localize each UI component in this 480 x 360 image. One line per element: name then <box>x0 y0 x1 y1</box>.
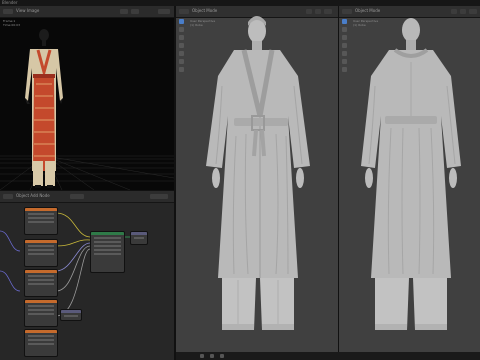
front-clay-model <box>206 16 310 330</box>
status-bar <box>176 352 480 360</box>
viewport-back[interactable]: Object Mode User Perspective (1) Robe <box>339 6 480 360</box>
mouse-middle-icon <box>210 354 214 358</box>
shader-node-editor[interactable]: Object Add Node <box>0 191 174 360</box>
node-image-texture[interactable] <box>24 239 58 267</box>
mouse-left-icon <box>200 354 204 358</box>
node-material-output[interactable] <box>130 231 148 245</box>
node-principled-bsdf[interactable] <box>90 231 125 273</box>
mouse-right-icon <box>220 354 224 358</box>
app-title: Blender <box>2 0 18 5</box>
node-image-texture[interactable] <box>24 329 58 357</box>
node-image-texture[interactable] <box>24 299 58 327</box>
render-scene <box>0 29 174 190</box>
node-normal-map[interactable] <box>60 309 82 321</box>
node-image-texture[interactable] <box>24 207 58 235</box>
viewport-front[interactable]: Object Mode User Perspective (1) Robe <box>176 6 338 360</box>
node-image-texture[interactable] <box>24 269 58 297</box>
back-clay-model <box>361 18 461 330</box>
render-viewport[interactable]: View Image Frame:1 Time:00:03 <box>0 6 174 190</box>
